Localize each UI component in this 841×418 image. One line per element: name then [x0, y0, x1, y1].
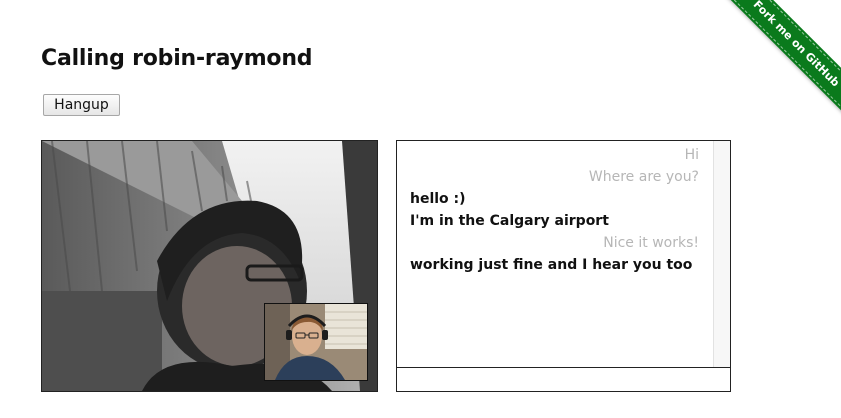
remote-video[interactable]: [41, 140, 378, 392]
hangup-button[interactable]: Hangup: [43, 94, 120, 116]
chat-message-local: hello :): [410, 191, 466, 207]
page-title: Calling robin-raymond: [41, 46, 313, 71]
chat-message-remote: Nice it works!: [603, 235, 699, 251]
chat-panel: Hi Where are you? hello :) I'm in the Calga…: [396, 140, 731, 392]
local-video-frame: [265, 304, 367, 380]
chat-message-local: working just fine and I hear you too: [410, 257, 693, 273]
chat-message-input[interactable]: [397, 368, 730, 391]
local-video-preview[interactable]: [264, 303, 368, 381]
chat-message-remote: Where are you?: [588, 169, 699, 185]
fork-ribbon-container: Fork me on GitHub: [711, 0, 841, 130]
chat-scrollbar[interactable]: [714, 141, 730, 367]
chat-log[interactable]: Hi Where are you? hello :) I'm in the Calga…: [397, 141, 714, 367]
chat-message-list: Hi Where are you? hello :) I'm in the Calga…: [397, 141, 713, 274]
chat-message-remote: Hi: [684, 147, 699, 163]
chat-message-local: I'm in the Calgary airport: [410, 213, 609, 229]
fork-me-on-github-ribbon[interactable]: Fork me on GitHub: [716, 0, 841, 124]
